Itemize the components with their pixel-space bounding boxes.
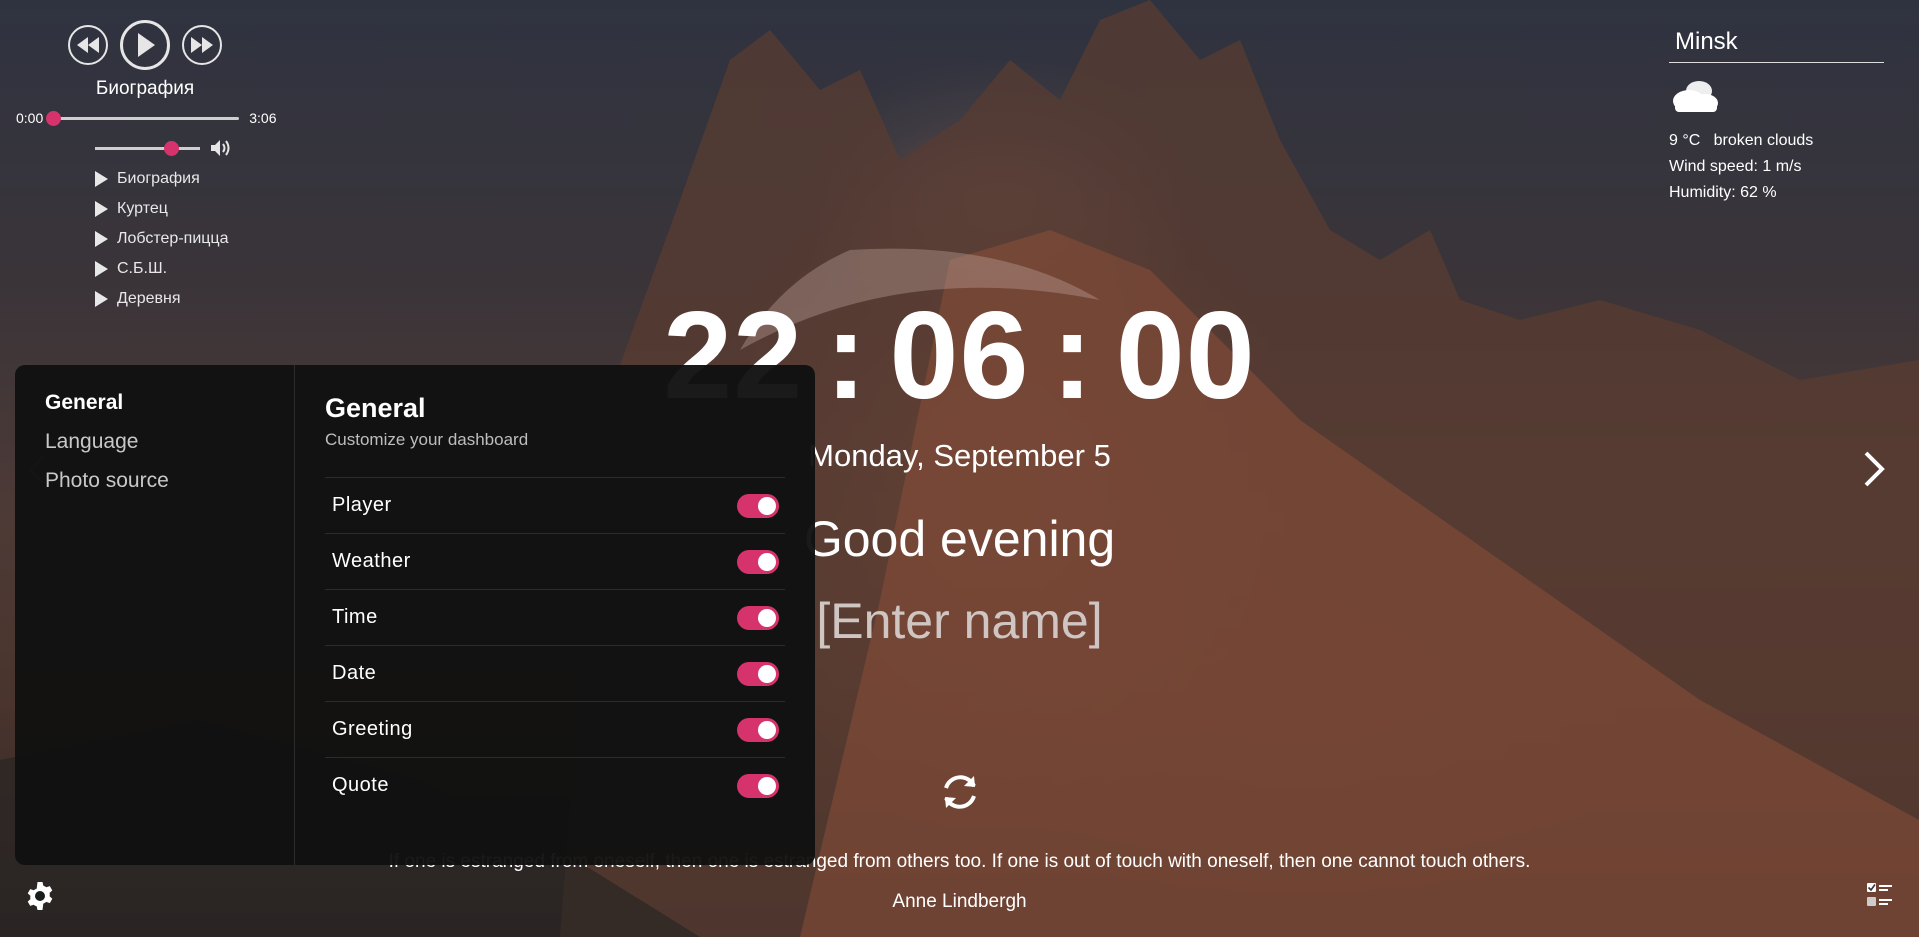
play-item-icon bbox=[95, 231, 108, 247]
play-icon bbox=[138, 33, 155, 57]
setting-row-time: Time bbox=[325, 589, 785, 645]
player-toggle[interactable] bbox=[737, 493, 779, 518]
toggle-knob bbox=[758, 608, 776, 627]
settings-subtitle: Customize your dashboard bbox=[325, 430, 529, 449]
weather-toggle[interactable] bbox=[737, 549, 779, 574]
setting-row-weather: Weather bbox=[325, 533, 785, 589]
track-duration: 3:06 bbox=[249, 110, 277, 126]
fast-forward-icon bbox=[191, 37, 213, 53]
audio-player: Биография 0:00 3:06 Биография Куртец Лоб… bbox=[16, 20, 310, 314]
change-quote-icon[interactable] bbox=[938, 770, 982, 814]
time-toggle[interactable] bbox=[737, 605, 779, 630]
setting-label: Player bbox=[332, 494, 392, 516]
current-time: 0:00 bbox=[16, 110, 44, 126]
setting-label: Date bbox=[332, 662, 377, 684]
player-controls bbox=[0, 20, 290, 70]
gear-icon[interactable] bbox=[24, 880, 56, 912]
play-item-icon bbox=[95, 291, 108, 307]
progress-handle[interactable] bbox=[46, 110, 62, 126]
todo-list-icon[interactable] bbox=[1866, 881, 1894, 909]
setting-label: Quote bbox=[332, 774, 389, 796]
play-item-icon bbox=[95, 201, 108, 217]
weather-temp-line: 9 °C broken clouds bbox=[1669, 132, 1884, 150]
temperature: 9 °C bbox=[1669, 132, 1701, 149]
settings-nav-general[interactable]: General bbox=[45, 391, 294, 430]
progress-row: 0:00 3:06 bbox=[16, 110, 310, 126]
current-track-title: Биография bbox=[95, 78, 195, 99]
toggle-knob bbox=[758, 496, 776, 515]
weather-widget: Minsk 9 °C broken clouds Wind speed: 1 m… bbox=[1669, 26, 1884, 202]
playlist-item[interactable]: Биография bbox=[95, 164, 310, 194]
setting-row-player: Player bbox=[325, 477, 785, 533]
rewind-icon bbox=[77, 37, 99, 53]
setting-label: Greeting bbox=[332, 718, 413, 740]
slide-next-arrow[interactable] bbox=[1862, 450, 1886, 488]
playlist-item[interactable]: Лобстер-пицца bbox=[95, 224, 310, 254]
clock-separator: : bbox=[825, 287, 868, 425]
rewind-button[interactable] bbox=[68, 25, 108, 65]
toggle-knob bbox=[758, 664, 776, 683]
setting-row-quote: Quote bbox=[325, 757, 785, 813]
volume-icon[interactable] bbox=[210, 138, 234, 158]
volume-handle[interactable] bbox=[163, 140, 179, 156]
toggle-knob bbox=[758, 776, 776, 795]
settings-toggle-list: Player Weather Time Date Greeting Quote bbox=[325, 477, 785, 813]
humidity: Humidity: 62 % bbox=[1669, 184, 1777, 201]
playlist-item[interactable]: С.Б.Ш. bbox=[95, 254, 310, 284]
setting-row-greeting: Greeting bbox=[325, 701, 785, 757]
play-item-icon bbox=[95, 171, 108, 187]
playlist-item[interactable]: Деревня bbox=[95, 284, 310, 314]
clock-minutes: 06 bbox=[889, 287, 1030, 425]
setting-row-date: Date bbox=[325, 645, 785, 701]
greeting-toggle[interactable] bbox=[737, 717, 779, 742]
setting-label: Time bbox=[332, 606, 378, 628]
fast-forward-button[interactable] bbox=[182, 25, 222, 65]
settings-nav-photo-source[interactable]: Photo source bbox=[45, 469, 294, 508]
wind-speed: Wind speed: 1 m/s bbox=[1669, 158, 1802, 175]
play-item-icon bbox=[95, 261, 108, 277]
toggle-knob bbox=[758, 552, 776, 571]
settings-title: General bbox=[325, 393, 426, 423]
toggle-knob bbox=[758, 720, 776, 739]
city-input[interactable]: Minsk bbox=[1669, 26, 1884, 63]
setting-label: Weather bbox=[332, 550, 411, 572]
settings-panel: General Language Photo source General Cu… bbox=[15, 365, 815, 865]
settings-nav: General Language Photo source bbox=[15, 365, 295, 865]
settings-nav-language[interactable]: Language bbox=[45, 430, 294, 469]
quote-author: Anne Lindbergh bbox=[892, 891, 1027, 912]
playlist-item[interactable]: Куртец bbox=[95, 194, 310, 224]
broken-clouds-icon bbox=[1669, 77, 1884, 122]
quote-toggle[interactable] bbox=[737, 773, 779, 798]
volume-row bbox=[95, 138, 310, 158]
clock-separator: : bbox=[1051, 287, 1094, 425]
weather-description: broken clouds bbox=[1713, 132, 1814, 149]
settings-content: General Customize your dashboard Player … bbox=[295, 365, 815, 865]
play-button[interactable] bbox=[120, 20, 170, 70]
date-toggle[interactable] bbox=[737, 661, 779, 686]
volume-slider[interactable] bbox=[95, 140, 200, 156]
playlist: Биография Куртец Лобстер-пицца С.Б.Ш. Де… bbox=[95, 164, 310, 314]
progress-slider[interactable] bbox=[46, 110, 240, 126]
clock-seconds: 00 bbox=[1115, 287, 1256, 425]
